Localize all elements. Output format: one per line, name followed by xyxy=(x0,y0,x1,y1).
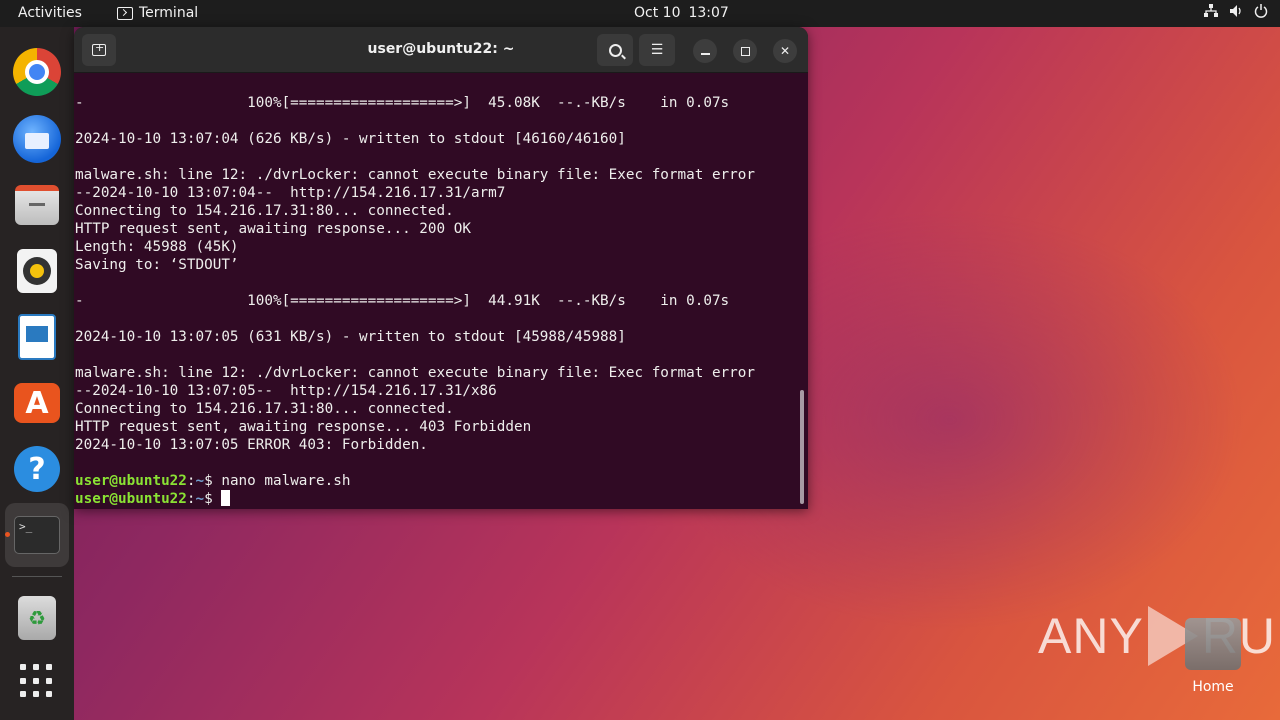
terminal-line: Connecting to 154.216.17.31:80... connec… xyxy=(75,203,454,219)
prompt-path: ~ xyxy=(195,473,205,489)
prompt-symbol: $ xyxy=(204,473,222,489)
terminal-line: --2024-10-10 13:07:05-- http://154.216.1… xyxy=(75,383,497,399)
dock-item-help[interactable]: ? xyxy=(12,444,62,494)
terminal-scrollbar[interactable] xyxy=(800,390,804,504)
clock-date: Oct 10 xyxy=(634,5,681,21)
terminal-window[interactable]: user@ubuntu22: ~ ☰ ✕ - 100%[============… xyxy=(74,27,808,509)
app-center-icon: A xyxy=(14,383,60,423)
prompt-separator: : xyxy=(186,491,196,507)
dock-item-files[interactable] xyxy=(12,180,62,230)
rhythmbox-icon xyxy=(17,249,57,293)
network-icon[interactable] xyxy=(1204,4,1218,22)
dock-separator xyxy=(12,576,62,577)
app-menu[interactable]: Terminal xyxy=(117,5,198,21)
clock[interactable]: Oct 10 13:07 xyxy=(634,5,729,21)
help-icon: ? xyxy=(14,446,60,492)
chrome-icon xyxy=(13,48,61,96)
terminal-line: HTTP request sent, awaiting response... … xyxy=(75,419,532,435)
search-button[interactable] xyxy=(597,34,633,66)
terminal-line: Saving to: ‘STDOUT’ xyxy=(75,257,239,273)
terminal-header-bar[interactable]: user@ubuntu22: ~ ☰ ✕ xyxy=(74,27,808,73)
terminal-line: 2024-10-10 13:07:05 (631 KB/s) - written… xyxy=(75,329,626,345)
dock-item-trash[interactable]: ♻ xyxy=(12,593,62,643)
running-indicator xyxy=(5,532,10,537)
menu-button[interactable]: ☰ xyxy=(639,34,675,66)
dock-item-writer[interactable] xyxy=(12,312,62,362)
clock-time: 13:07 xyxy=(688,5,729,21)
terminal-line: Connecting to 154.216.17.31:80... connec… xyxy=(75,401,454,417)
search-icon xyxy=(608,43,622,57)
dock-item-app-center[interactable]: A xyxy=(12,378,62,428)
maximize-icon xyxy=(740,46,750,56)
close-button[interactable]: ✕ xyxy=(773,39,797,63)
terminal-line: Length: 45988 (45K) xyxy=(75,239,239,255)
minimize-button[interactable] xyxy=(693,39,717,63)
hamburger-icon: ☰ xyxy=(650,42,664,58)
trash-icon: ♻ xyxy=(18,596,56,640)
minimize-icon xyxy=(700,53,710,55)
terminal-line: malware.sh: line 12: ./dvrLocker: cannot… xyxy=(75,167,755,183)
dock-item-thunderbird[interactable] xyxy=(12,114,62,164)
show-apps-button[interactable] xyxy=(12,656,62,706)
dock: A ? >_ ♻ xyxy=(0,27,74,720)
terminal-line: malware.sh: line 12: ./dvrLocker: cannot… xyxy=(75,365,755,381)
app-menu-label: Terminal xyxy=(139,5,199,21)
prompt-user: user@ubuntu22 xyxy=(75,491,187,507)
terminal-line: HTTP request sent, awaiting response... … xyxy=(75,221,471,237)
power-icon[interactable] xyxy=(1254,4,1268,22)
terminal-line: 2024-10-10 13:07:04 (626 KB/s) - written… xyxy=(75,131,626,147)
prompt-symbol: $ xyxy=(204,491,222,507)
dock-item-chrome[interactable] xyxy=(12,47,62,97)
terminal-line: --2024-10-10 13:07:04-- http://154.216.1… xyxy=(75,185,506,201)
prompt-path: ~ xyxy=(195,491,205,507)
activities-button[interactable]: Activities xyxy=(18,5,82,21)
prompt-user: user@ubuntu22 xyxy=(75,473,187,489)
apps-grid-icon xyxy=(20,664,54,698)
terminal-icon xyxy=(117,6,133,20)
writer-icon xyxy=(18,314,56,360)
home-folder-label[interactable]: Home xyxy=(1175,679,1251,695)
anyrun-watermark: ANY RUN xyxy=(1038,606,1280,666)
prompt-line: user@ubuntu22:~$ nano malware.sh xyxy=(75,472,793,490)
home-folder-icon[interactable] xyxy=(1185,618,1241,670)
terminal-line: 2024-10-10 13:07:05 ERROR 403: Forbidden… xyxy=(75,437,428,453)
terminal-line: - 100%[===================>] 44.91K --.-… xyxy=(75,293,730,309)
command-text: nano malware.sh xyxy=(221,473,351,489)
terminal-line: - 100%[===================>] 45.08K --.-… xyxy=(75,95,730,111)
close-icon: ✕ xyxy=(779,44,791,58)
maximize-button[interactable] xyxy=(733,39,757,63)
dock-item-rhythmbox[interactable] xyxy=(12,246,62,296)
thunderbird-icon xyxy=(13,115,61,163)
top-bar: Activities Terminal Oct 10 13:07 xyxy=(0,0,1280,27)
watermark-text-left: ANY xyxy=(1038,608,1144,664)
volume-icon[interactable] xyxy=(1229,4,1243,22)
files-icon xyxy=(15,185,59,225)
text-cursor xyxy=(221,490,231,506)
terminal-output[interactable]: - 100%[===================>] 45.08K --.-… xyxy=(75,94,793,508)
prompt-line: user@ubuntu22:~$ xyxy=(75,490,793,508)
dock-item-terminal[interactable]: >_ xyxy=(12,510,62,560)
terminal-icon: >_ xyxy=(14,516,60,554)
system-tray[interactable] xyxy=(1204,4,1268,22)
prompt-separator: : xyxy=(186,473,196,489)
